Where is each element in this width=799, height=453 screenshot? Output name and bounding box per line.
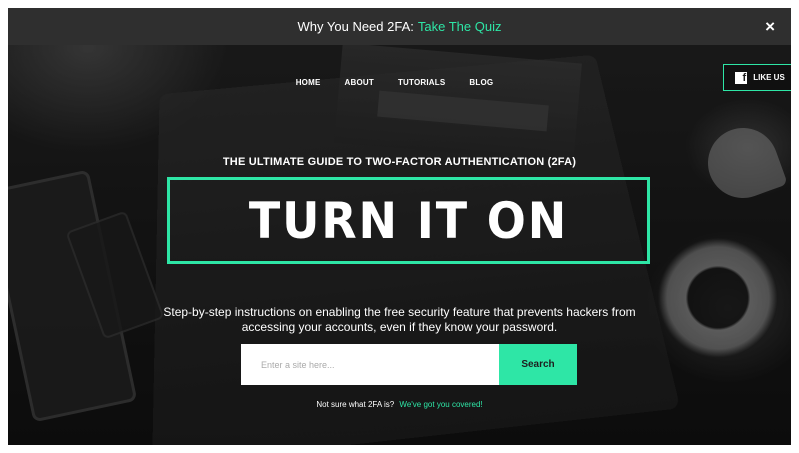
facebook-icon: f (735, 72, 747, 84)
banner-text: Why You Need 2FA: (298, 19, 414, 34)
covered-link[interactable]: We've got you covered! (399, 400, 482, 409)
take-quiz-link[interactable]: Take The Quiz (418, 19, 502, 34)
page-frame: Why You Need 2FA: Take The Quiz × HOME A… (8, 8, 791, 445)
site-search-form: Search (241, 344, 577, 385)
close-icon[interactable]: × (765, 17, 775, 36)
nav-about[interactable]: ABOUT (345, 78, 374, 87)
hero-title: TURN IT ON (249, 192, 568, 250)
help-note-text: Not sure what 2FA is? (316, 400, 394, 409)
nav-blog[interactable]: BLOG (469, 78, 493, 87)
search-button[interactable]: Search (499, 344, 577, 385)
hero-title-box: TURN IT ON (167, 177, 650, 264)
like-us-button[interactable]: f LIKE US (723, 64, 791, 91)
hero-description-line-1: Step-by-step instructions on enabling th… (163, 305, 635, 319)
nav-home[interactable]: HOME (296, 78, 321, 87)
top-banner: Why You Need 2FA: Take The Quiz × (8, 8, 791, 45)
hero-description-line-2: accessing your accounts, even if they kn… (242, 320, 558, 334)
hero-description: Step-by-step instructions on enabling th… (8, 305, 791, 335)
like-us-label: LIKE US (753, 73, 785, 82)
site-search-input[interactable] (241, 344, 499, 385)
main-nav: HOME ABOUT TUTORIALS BLOG (8, 78, 786, 87)
help-note: Not sure what 2FA is? We've got you cove… (8, 400, 791, 409)
hero-subtitle: THE ULTIMATE GUIDE TO TWO-FACTOR AUTHENT… (8, 156, 791, 168)
nav-tutorials[interactable]: TUTORIALS (398, 78, 445, 87)
